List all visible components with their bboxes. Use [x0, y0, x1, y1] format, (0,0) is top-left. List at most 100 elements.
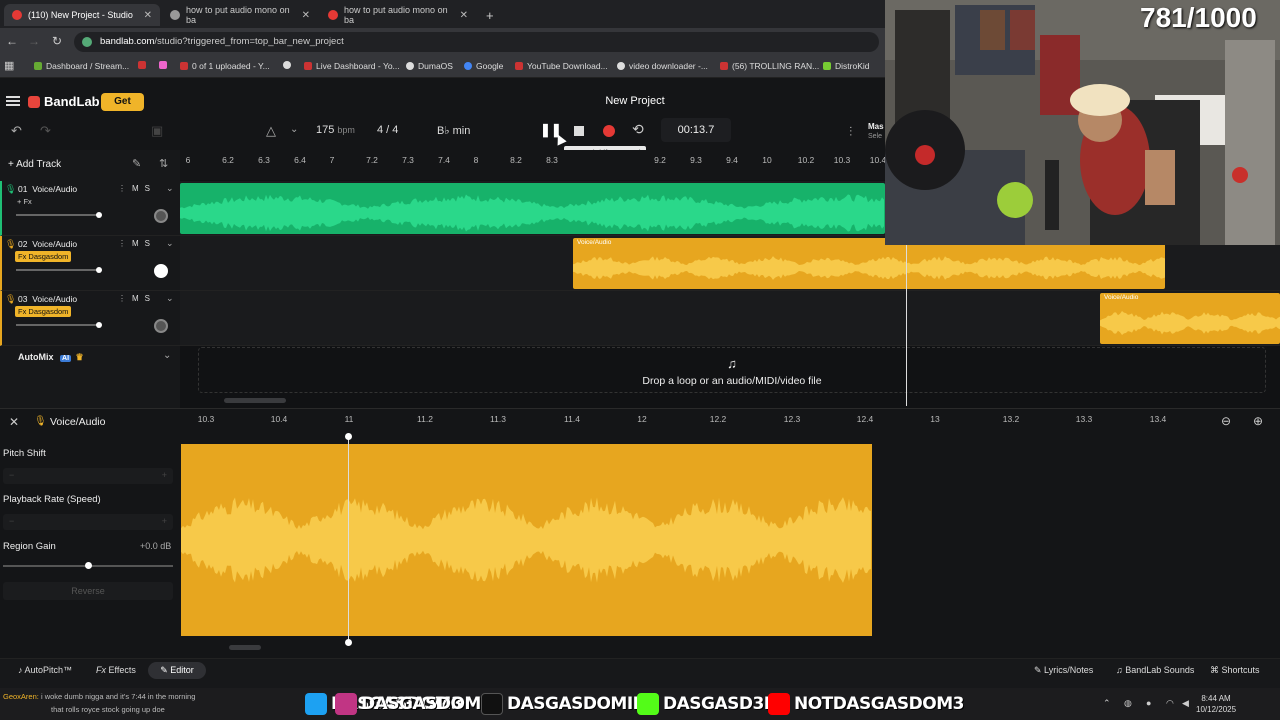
- effects-button[interactable]: Fx Effects: [96, 665, 136, 675]
- add-track-button[interactable]: + Add Track: [8, 159, 61, 170]
- drop-zone[interactable]: ♫ Drop a loop or an audio/MIDI/video fil…: [198, 347, 1266, 393]
- reload-icon[interactable]: ↻: [52, 34, 62, 48]
- close-tab-icon[interactable]: ✕: [302, 10, 310, 21]
- editor-scrollbar[interactable]: [229, 645, 261, 650]
- tempo-field[interactable]: 175 bpm: [316, 124, 355, 136]
- pan-knob[interactable]: [154, 264, 168, 278]
- bookmark-item[interactable]: [159, 61, 167, 69]
- mastering-select[interactable]: Sele: [868, 133, 882, 140]
- chevron-down-icon[interactable]: ⌄: [166, 238, 174, 249]
- chevron-down-icon[interactable]: ⌄: [290, 124, 298, 135]
- chevron-down-icon[interactable]: ⌄: [166, 183, 174, 194]
- fx-preset-badge[interactable]: Fx Dasgasdom: [15, 306, 72, 317]
- more-options-icon[interactable]: ⋮: [118, 239, 126, 248]
- more-options-icon[interactable]: ⋮: [118, 184, 126, 193]
- timeline-ruler[interactable]: 6 6.2 6.3 6.4 7 7.2 7.3 7.4 8 8.2 8.3 9.2 9.3 9.4 10 10…: [180, 150, 886, 180]
- track-lane-1[interactable]: [180, 181, 885, 236]
- playhead-handle[interactable]: [345, 433, 352, 440]
- track-lane-3[interactable]: Voice/Audio: [180, 291, 1280, 346]
- forward-arrow-icon[interactable]: →: [28, 34, 40, 48]
- apps-grid-icon[interactable]: ▦: [4, 59, 14, 72]
- close-icon[interactable]: ✕: [9, 415, 19, 429]
- tab-bandlab-studio[interactable]: (110) New Project - Studio ✕: [4, 4, 160, 26]
- audio-clip[interactable]: [180, 183, 885, 234]
- bookmark-item[interactable]: [283, 61, 291, 69]
- site-info-icon[interactable]: [82, 37, 92, 47]
- lyrics-notes-button[interactable]: ✎ Lyrics/Notes: [1034, 665, 1093, 676]
- automix-toggle[interactable]: AutoMix AI ♛: [18, 352, 84, 363]
- track-name[interactable]: 01 Voice/Audio: [18, 184, 77, 194]
- back-arrow-icon[interactable]: ←: [6, 34, 18, 48]
- system-clock[interactable]: 8:44 AM 10/12/2025: [1196, 693, 1236, 715]
- volume-slider[interactable]: [16, 322, 102, 328]
- track-header-2[interactable]: 🎙 02 Voice/Audio ⋮ MS ⌄ Fx Dasgasdom: [0, 236, 180, 291]
- editor-ruler[interactable]: 10.3 10.4 11 11.2 11.3 11.4 12 12.2 12.3 12.4 13 13…: [180, 408, 1280, 436]
- save-icon[interactable]: ▣: [151, 123, 163, 139]
- pencil-tool-icon[interactable]: ✎: [132, 157, 141, 170]
- track-name[interactable]: 03 Voice/Audio: [18, 294, 77, 304]
- track-header-3[interactable]: 🎙 03 Voice/Audio ⋮ MS ⌄ Fx Dasgasdom: [0, 291, 180, 346]
- volume-slider[interactable]: [16, 267, 102, 273]
- mute-solo-buttons[interactable]: MS: [132, 184, 156, 193]
- playhead-handle[interactable]: [345, 639, 352, 646]
- bookmark-item[interactable]: DistroKid: [823, 61, 869, 71]
- fx-preset-badge[interactable]: Fx Dasgasdom: [15, 251, 72, 262]
- mic-tray-icon[interactable]: ●: [1146, 698, 1151, 708]
- bookmark-item[interactable]: Dashboard / Stream...: [34, 61, 129, 71]
- new-tab-button[interactable]: +: [478, 4, 498, 26]
- close-tab-icon[interactable]: ✕: [144, 10, 152, 21]
- track-header-1[interactable]: 🎙 01 Voice/Audio ⋮ MS ⌄ + Fx: [0, 181, 180, 236]
- menu-icon[interactable]: [6, 96, 20, 106]
- key-field[interactable]: B♭ min: [437, 124, 470, 137]
- bookmark-item[interactable]: 0 of 1 uploaded - Y...: [180, 61, 270, 71]
- zoom-out-icon[interactable]: ⊖: [1221, 414, 1231, 428]
- pitch-shift-stepper[interactable]: − +: [3, 468, 173, 484]
- bookmark-item[interactable]: DumaOS: [406, 61, 453, 71]
- bookmark-item[interactable]: video downloader -...: [617, 61, 708, 71]
- stop-button[interactable]: [574, 126, 584, 136]
- redo-icon[interactable]: ↷: [40, 123, 51, 139]
- autopitch-button[interactable]: ♪ AutoPitch™: [18, 665, 72, 675]
- time-signature-field[interactable]: 4 / 4: [377, 124, 398, 136]
- address-bar[interactable]: bandlab.com/studio?triggered_from=top_ba…: [74, 32, 879, 52]
- mute-solo-buttons[interactable]: MS: [132, 239, 156, 248]
- pan-knob[interactable]: [154, 209, 168, 223]
- bandlab-sounds-button[interactable]: ♫ BandLab Sounds: [1116, 665, 1194, 675]
- region-gain-handle[interactable]: [85, 562, 92, 569]
- bookmark-item[interactable]: Google: [464, 61, 503, 71]
- chevron-down-icon[interactable]: ⌄: [163, 350, 171, 361]
- audio-clip[interactable]: Voice/Audio: [1100, 293, 1280, 344]
- record-button[interactable]: [603, 125, 615, 137]
- track-settings-icon[interactable]: ⇅: [159, 157, 168, 170]
- chevron-down-icon[interactable]: ⌄: [166, 293, 174, 304]
- volume-slider[interactable]: [16, 212, 102, 218]
- bookmark-item[interactable]: YouTube Download...: [515, 61, 608, 71]
- zoom-in-icon[interactable]: ⊕: [1253, 414, 1263, 428]
- bookmark-item[interactable]: [138, 61, 146, 69]
- playback-rate-stepper[interactable]: − +: [3, 514, 173, 530]
- tray-chevron-icon[interactable]: ⌃: [1103, 698, 1111, 709]
- tab-youtube-2[interactable]: how to put audio mono on ba ✕: [320, 4, 476, 26]
- reverse-button[interactable]: Reverse: [3, 582, 173, 600]
- playhead[interactable]: [906, 244, 907, 406]
- undo-icon[interactable]: ↶: [11, 123, 22, 139]
- more-options-icon[interactable]: ⋮: [118, 294, 126, 303]
- volume-icon[interactable]: ◀: [1182, 698, 1189, 709]
- add-fx-button[interactable]: + Fx: [17, 197, 32, 206]
- bandlab-logo[interactable]: BandLab: [28, 94, 100, 109]
- mastering-icon[interactable]: ⫶: [849, 124, 852, 140]
- editor-playhead[interactable]: [348, 436, 349, 642]
- loop-icon[interactable]: ⟲: [632, 121, 644, 138]
- tab-youtube-1[interactable]: how to put audio mono on ba ✕: [162, 4, 318, 26]
- shortcuts-button[interactable]: ⌘ Shortcuts: [1210, 665, 1260, 676]
- mute-solo-buttons[interactable]: MS: [132, 294, 156, 303]
- bookmark-item[interactable]: Live Dashboard - Yo...: [304, 61, 400, 71]
- editor-button[interactable]: ✎ Editor: [148, 662, 206, 679]
- audio-clip[interactable]: Voice/Audio: [573, 238, 1165, 289]
- bookmark-item[interactable]: (56) TROLLING RAN...: [720, 61, 819, 71]
- network-icon[interactable]: ◍: [1124, 698, 1132, 709]
- mastering-label[interactable]: Mas: [868, 122, 884, 131]
- track-name[interactable]: 02 Voice/Audio: [18, 239, 77, 249]
- project-title[interactable]: New Project: [580, 95, 690, 107]
- close-tab-icon[interactable]: ✕: [460, 10, 468, 21]
